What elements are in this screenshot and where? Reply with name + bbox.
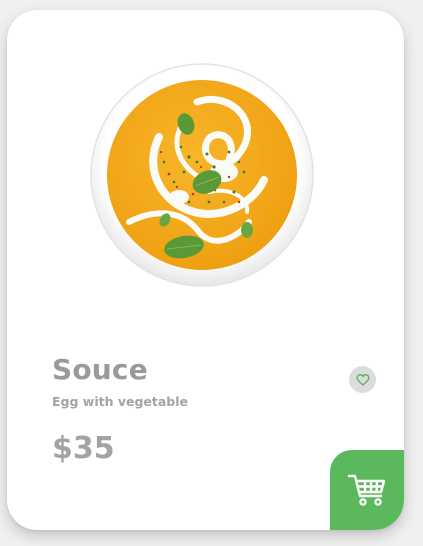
soup-bowl-image: [90, 63, 314, 287]
add-to-cart-button[interactable]: [330, 450, 404, 530]
product-title: Souce: [52, 353, 148, 386]
product-subtitle: Egg with vegetable: [52, 394, 189, 409]
shopping-cart-icon: [347, 474, 386, 506]
heart-outline-icon: [355, 373, 370, 386]
product-price: $35: [52, 431, 115, 466]
favorite-button[interactable]: [349, 366, 376, 393]
product-card[interactable]: Souce Egg with vegetable $35: [7, 10, 404, 530]
